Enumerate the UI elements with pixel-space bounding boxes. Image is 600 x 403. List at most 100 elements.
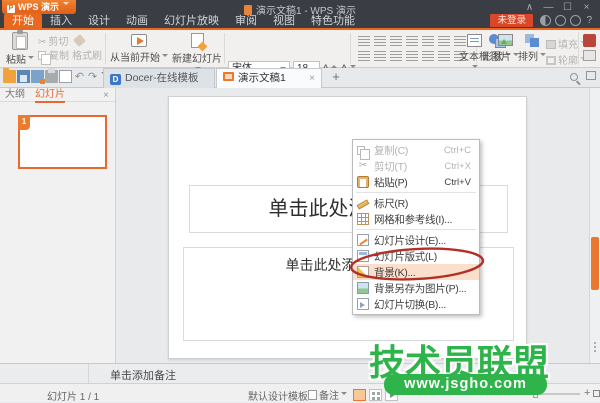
tab-review[interactable]: 审阅 [227, 13, 265, 28]
tab-special-features[interactable]: 特色功能 [303, 13, 363, 28]
divider [105, 33, 106, 64]
help-icon[interactable]: ? [586, 15, 592, 26]
docer-icon: D [110, 74, 121, 85]
align-left-icon[interactable] [358, 51, 370, 61]
ribbon: 粘贴 ✂剪切 复制 格式刷 从当前开始 新建幻灯片 宋体 18 A A BIUS… [0, 28, 600, 68]
cut-button[interactable]: ✂剪切 [38, 35, 102, 49]
slides-panel: 大纲幻灯片 × 1 [0, 88, 116, 363]
slide-sorter-view-button[interactable] [369, 389, 382, 401]
new-tab-button[interactable]: + [328, 69, 344, 84]
tab-docer-templates[interactable]: DDocer-在线模板× [103, 68, 215, 88]
context-menu: 复制(C)Ctrl+C ✂剪切(T)Ctrl+X 粘贴(P)Ctrl+V 标尺(… [352, 139, 480, 315]
notes-toggle-icon[interactable] [308, 390, 317, 400]
menu-item-background[interactable]: 背景(K)... [353, 264, 479, 280]
decrease-indent-icon[interactable] [390, 36, 402, 46]
skin-icon[interactable] [540, 15, 551, 26]
menu-item-slide-layout[interactable]: 幻灯片版式(L) [353, 248, 479, 264]
tab-home[interactable]: 开始 [4, 13, 42, 28]
menu-item-cut[interactable]: ✂剪切(T)Ctrl+X [353, 158, 479, 174]
tab-outline[interactable]: 大纲 [5, 89, 25, 100]
tab-slides[interactable]: 幻灯片 [35, 89, 65, 103]
menu-item-ruler[interactable]: 标尺(R) [353, 195, 479, 211]
tab-slideshow[interactable]: 幻灯片放映 [156, 13, 227, 28]
arrange-button[interactable]: 排列 [515, 32, 549, 63]
line-spacing-icon[interactable] [438, 51, 450, 61]
tab-insert[interactable]: 插入 [42, 13, 80, 28]
bullet-list-icon[interactable] [358, 36, 370, 46]
menu-item-slide-design[interactable]: 幻灯片设计(E)... [353, 232, 479, 248]
redo-icon[interactable]: ↷ [86, 70, 99, 83]
task-pane-icon[interactable] [583, 50, 596, 61]
notes-placeholder[interactable]: 单击添加备注 [110, 367, 176, 383]
align-right-icon[interactable] [390, 51, 402, 61]
menu-item-grid-guides[interactable]: 网格和参考线(I)... [353, 211, 479, 227]
ribbon-tab-strip: 开始插入设计动画幻灯片放映审阅视图特色功能 [4, 13, 363, 28]
menu-item-label: 粘贴(P) [374, 175, 408, 190]
template-name[interactable]: 默认设计模板 [248, 388, 308, 403]
menu-item-save-background-as-picture[interactable]: 背景另存为图片(P)... [353, 280, 479, 296]
menu-item-copy[interactable]: 复制(C)Ctrl+C [353, 142, 479, 158]
menu-item-label: 幻灯片版式(L) [374, 249, 437, 264]
find-replace-icon[interactable] [583, 34, 596, 47]
zoom-slider-thumb[interactable] [533, 390, 538, 398]
format-painter-button[interactable]: 格式刷 [72, 51, 102, 62]
menu-divider [356, 192, 476, 193]
print-icon[interactable] [45, 70, 58, 83]
paste-button[interactable]: 粘贴 [5, 32, 35, 66]
collapse-ribbon-button[interactable]: ∧ [520, 2, 539, 13]
text-direction-icon[interactable] [422, 36, 434, 46]
notes-toggle-label[interactable]: 备注 [319, 391, 339, 402]
store-icon[interactable] [570, 15, 581, 26]
maximize-button[interactable]: ☐ [558, 2, 577, 13]
login-button[interactable]: 未登录 [490, 14, 533, 27]
justify-icon[interactable] [406, 51, 418, 61]
scrollbar-thumb[interactable] [591, 237, 599, 290]
undo-icon[interactable]: ↶ [73, 70, 86, 83]
background-icon [357, 266, 369, 278]
menu-item-label: 背景(K)... [374, 265, 415, 280]
close-tab-icon[interactable]: × [309, 69, 315, 88]
ribbon-side-strip [578, 32, 600, 65]
save-icon[interactable] [17, 70, 30, 83]
export-icon[interactable] [31, 70, 44, 83]
play-slideshow-icon [131, 34, 147, 47]
minimize-button[interactable]: — [539, 2, 558, 13]
vertical-scrollbar[interactable] [589, 88, 600, 363]
tab-presentation1[interactable]: 演示文稿1 × [216, 68, 322, 89]
arrange-icon [525, 34, 540, 47]
tab-label: 演示文稿1 [238, 72, 286, 84]
notes-bar[interactable]: 单击添加备注 [0, 363, 600, 383]
menu-item-paste[interactable]: 粘贴(P)Ctrl+V [353, 174, 479, 190]
align-center-icon[interactable] [374, 51, 386, 61]
from-current-slide-button[interactable]: 从当前开始 [110, 32, 168, 64]
chevron-down-icon [341, 392, 347, 398]
divider [350, 33, 351, 64]
tab-design[interactable]: 设计 [80, 13, 118, 28]
distribute-icon[interactable] [422, 51, 434, 61]
open-file-icon[interactable] [3, 70, 16, 83]
menu-item-slide-transition[interactable]: 幻灯片切换(B)... [353, 296, 479, 312]
cut-label: 剪切 [48, 37, 68, 48]
zoom-slider[interactable] [455, 393, 580, 395]
outline-label: 轮廓 [558, 56, 578, 67]
play-slideshow-button[interactable] [385, 389, 398, 401]
fit-to-window-icon[interactable] [593, 390, 600, 397]
columns-icon[interactable] [438, 36, 450, 46]
tab-view[interactable]: 视图 [265, 13, 303, 28]
print-preview-icon[interactable] [59, 70, 72, 83]
tab-animation[interactable]: 动画 [118, 13, 156, 28]
search-icon[interactable] [570, 73, 578, 81]
menu-item-label: 网格和参考线(I)... [374, 212, 452, 227]
numbered-list-icon[interactable] [374, 36, 386, 46]
slide-design-icon [357, 234, 369, 246]
zoom-in-button[interactable]: + [584, 387, 590, 399]
copy-button[interactable]: 复制 [49, 51, 69, 62]
increase-indent-icon[interactable] [406, 36, 418, 46]
message-icon[interactable] [555, 15, 566, 26]
tab-label: Docer-在线模板 [125, 72, 199, 84]
normal-view-button[interactable] [353, 389, 366, 401]
slide-thumbnail-1[interactable]: 1 [18, 115, 107, 169]
close-button[interactable]: × [577, 2, 596, 13]
switch-view-icon[interactable] [586, 71, 596, 80]
close-panel-icon[interactable]: × [103, 89, 109, 102]
